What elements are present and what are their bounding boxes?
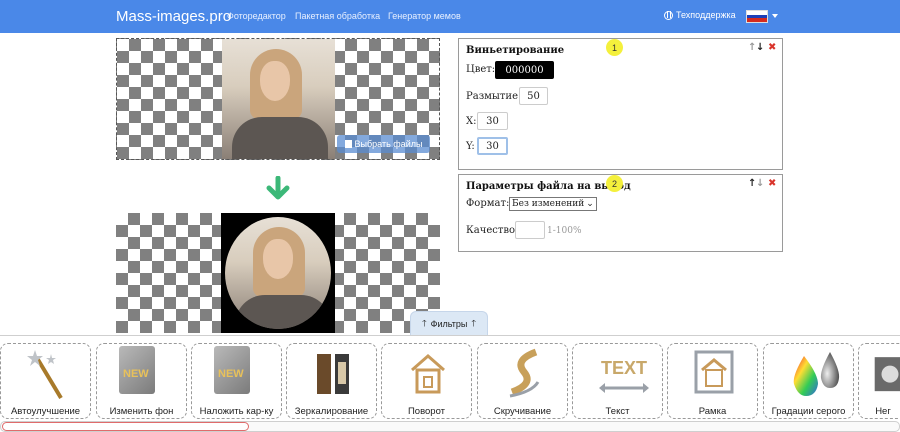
output-settings-panel: Параметры файла на выход 2 ↑ ↓ ✖ Формат:… xyxy=(458,174,783,252)
chevron-down-icon: ⌄ xyxy=(586,199,594,209)
tool-label: Автоулучшение xyxy=(10,406,81,417)
nav-link-batch[interactable]: Пакетная обработка xyxy=(295,11,380,21)
color-input[interactable]: 000000 xyxy=(495,61,554,79)
blur-label: Размытие: xyxy=(466,91,522,102)
nav-link-meme[interactable]: Генератор мемов xyxy=(388,11,461,21)
filters-label: Фильтры xyxy=(430,318,468,329)
source-photo xyxy=(222,39,335,159)
quality-label: Качество: xyxy=(466,225,519,236)
step-badge: 1 xyxy=(606,39,623,56)
arrow-down-icon xyxy=(266,176,290,200)
tool-label: Поворот xyxy=(407,406,446,417)
quality-hint: 1-100% xyxy=(547,226,582,236)
support-link[interactable]: Техподдержка xyxy=(664,10,736,20)
close-icon[interactable]: ✖ xyxy=(768,178,776,189)
filters-toggle[interactable]: 🡑 Фильтры 🡑 xyxy=(410,311,488,335)
tool-label: Скручивание xyxy=(493,406,552,417)
y-input[interactable]: 30 xyxy=(477,137,508,155)
close-icon[interactable]: ✖ xyxy=(768,42,776,53)
magic-wand-icon xyxy=(27,350,63,400)
y-label: Y: xyxy=(466,141,475,152)
chevron-down-icon[interactable] xyxy=(772,14,778,18)
quality-input[interactable] xyxy=(515,221,545,239)
choose-files-label: Выбрать файлы xyxy=(354,139,423,149)
tool-label: Рамка xyxy=(698,406,727,417)
tool-rotate[interactable]: Поворот xyxy=(381,343,472,419)
x-label: X: xyxy=(466,116,477,127)
mirror-figure-icon xyxy=(317,354,349,394)
color-drops-icon xyxy=(793,352,840,396)
tool-label: Наложить кар-ку xyxy=(199,406,274,417)
globe-icon xyxy=(664,10,673,20)
tool-grayscale[interactable]: Градации серого xyxy=(763,343,854,419)
format-select[interactable]: Без изменений ⌄ xyxy=(509,197,597,211)
move-down-icon[interactable]: ↓ xyxy=(756,178,764,189)
format-value: Без изменений xyxy=(512,199,585,209)
top-navbar: Mass-images.pro Фоторедактор Пакетная об… xyxy=(0,0,900,33)
tool-mirror[interactable]: Зеркалирование xyxy=(286,343,377,419)
tool-twist[interactable]: Скручивание xyxy=(477,343,568,419)
new-file-icon: NEW xyxy=(119,346,155,394)
arrow-up-icon: 🡑 xyxy=(471,317,477,328)
brand-logo[interactable]: Mass-images.pro xyxy=(116,8,231,25)
tools-scrollbar[interactable] xyxy=(0,421,900,432)
rotate-house-icon xyxy=(411,354,445,394)
tool-auto-enhance[interactable]: Автоулучшение xyxy=(0,343,91,419)
blur-input[interactable]: 50 xyxy=(519,87,548,105)
tool-frame[interactable]: Рамка xyxy=(667,343,758,419)
move-down-icon[interactable]: ↓ xyxy=(756,42,764,53)
svg-text:TEXT: TEXT xyxy=(601,358,647,378)
color-label: Цвет: xyxy=(466,64,496,75)
file-icon xyxy=(344,140,352,148)
result-photo xyxy=(221,213,335,333)
tool-label: Текст xyxy=(605,406,630,417)
tool-label: Нег xyxy=(875,406,891,417)
nav-link-photo-editor[interactable]: Фоторедактор xyxy=(227,11,286,21)
step-badge: 2 xyxy=(606,175,623,192)
twist-icon xyxy=(509,348,540,398)
tool-label: Изменить фон xyxy=(109,406,174,417)
tool-negative[interactable]: Нег xyxy=(858,343,900,419)
tool-text[interactable]: TEXT Текст xyxy=(572,343,663,419)
choose-files-button[interactable]: Выбрать файлы xyxy=(337,135,430,153)
scrollbar-thumb[interactable] xyxy=(2,422,249,431)
text-icon: TEXT xyxy=(599,358,649,393)
frame-house-icon xyxy=(694,350,734,394)
tool-overlay-image[interactable]: NEW Наложить кар-ку xyxy=(191,343,282,419)
support-label: Техподдержка xyxy=(676,10,736,20)
x-input[interactable]: 30 xyxy=(477,112,508,130)
format-label: Формат: xyxy=(466,198,510,209)
vignette-title: Виньетирование xyxy=(466,45,565,56)
arrow-up-icon: 🡑 xyxy=(421,317,427,328)
russian-flag-icon[interactable] xyxy=(746,10,768,23)
tool-label: Градации серого xyxy=(771,406,846,417)
tool-change-background[interactable]: NEW Изменить фон xyxy=(96,343,187,419)
tool-label: Зеркалирование xyxy=(294,406,369,417)
negative-icon xyxy=(874,357,900,392)
new-file-icon: NEW xyxy=(214,346,250,394)
vignette-panel: Виньетирование 1 ↑ ↓ ✖ Цвет: 000000 Разм… xyxy=(458,38,783,170)
